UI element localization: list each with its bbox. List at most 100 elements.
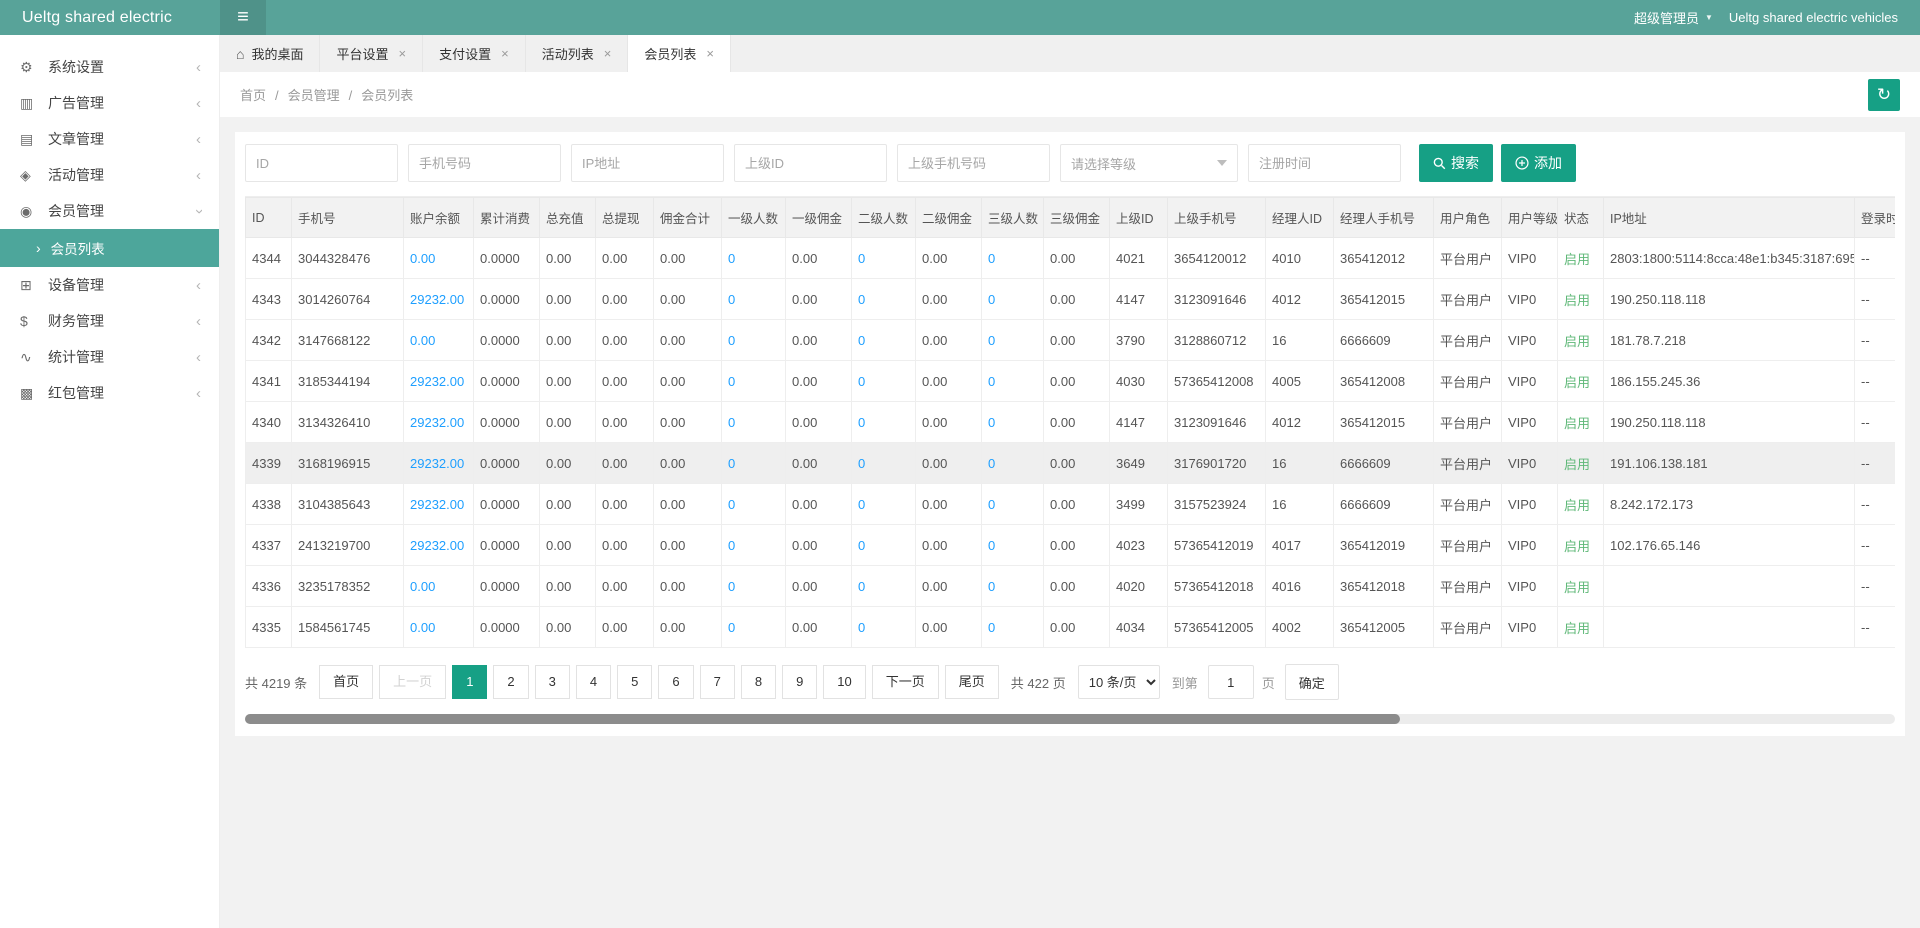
status-badge[interactable]: 启用: [1564, 416, 1590, 431]
cell-link[interactable]: 0: [728, 497, 735, 512]
status-badge[interactable]: 启用: [1564, 293, 1590, 308]
status-badge[interactable]: 启用: [1564, 457, 1590, 472]
cell-link[interactable]: 0.00: [410, 579, 435, 594]
cell-link[interactable]: 0: [988, 579, 995, 594]
filter-input[interactable]: [571, 144, 724, 182]
cell-link[interactable]: 0: [728, 415, 735, 430]
cell-link[interactable]: 0: [858, 415, 865, 430]
cell-link[interactable]: 0: [858, 292, 865, 307]
sidebar-item-stats[interactable]: ∿统计管理‹: [0, 339, 219, 375]
cell-link[interactable]: 29232.00: [410, 292, 464, 307]
cell-link[interactable]: 0: [728, 579, 735, 594]
status-badge[interactable]: 启用: [1564, 621, 1590, 636]
cell-link[interactable]: 29232.00: [410, 538, 464, 553]
filter-input[interactable]: [1248, 144, 1401, 182]
cell-link[interactable]: 29232.00: [410, 374, 464, 389]
cell-link[interactable]: 29232.00: [410, 456, 464, 471]
cell-link[interactable]: 29232.00: [410, 497, 464, 512]
close-icon[interactable]: ×: [706, 47, 714, 60]
cell-link[interactable]: 0: [988, 292, 995, 307]
search-button[interactable]: 搜索: [1419, 144, 1493, 182]
sidebar-item-article[interactable]: ▤文章管理‹: [0, 121, 219, 157]
sidebar-item-gear[interactable]: ⚙系统设置‹: [0, 49, 219, 85]
tab-item[interactable]: 平台设置×: [320, 35, 423, 72]
cell-link[interactable]: 0.00: [410, 333, 435, 348]
page-button[interactable]: 1: [452, 665, 487, 699]
tab-item[interactable]: 活动列表×: [526, 35, 629, 72]
cell-link[interactable]: 0: [858, 497, 865, 512]
filter-input[interactable]: [897, 144, 1050, 182]
page-button[interactable]: 5: [617, 665, 652, 699]
sidebar-item-redpacket[interactable]: ▩红包管理‹: [0, 375, 219, 411]
sidebar-item-ad[interactable]: ▥广告管理‹: [0, 85, 219, 121]
status-badge[interactable]: 启用: [1564, 334, 1590, 349]
cell-link[interactable]: 0.00: [410, 251, 435, 266]
page-button[interactable]: 9: [782, 665, 817, 699]
last-page-button[interactable]: 尾页: [945, 665, 999, 699]
next-page-button[interactable]: 下一页: [872, 665, 939, 699]
cell-link[interactable]: 0: [988, 415, 995, 430]
cell-link[interactable]: 0: [988, 251, 995, 266]
cell-link[interactable]: 0: [858, 251, 865, 266]
page-button[interactable]: 4: [576, 665, 611, 699]
filter-input[interactable]: [245, 144, 398, 182]
cell-link[interactable]: 0: [988, 333, 995, 348]
cell-link[interactable]: 0: [728, 620, 735, 635]
sidebar-item-device[interactable]: ⊞设备管理‹: [0, 267, 219, 303]
cell-link[interactable]: 0: [988, 538, 995, 553]
page-button[interactable]: 3: [535, 665, 570, 699]
scrollbar-thumb[interactable]: [245, 714, 1400, 724]
status-badge[interactable]: 启用: [1564, 539, 1590, 554]
page-size-select[interactable]: 10 条/页: [1078, 665, 1160, 699]
page-button[interactable]: 2: [493, 665, 528, 699]
prev-page-button[interactable]: 上一页: [379, 665, 446, 699]
user-menu[interactable]: 超级管理员 ▼: [1618, 0, 1729, 35]
breadcrumb-item[interactable]: 首页: [240, 88, 266, 103]
cell-link[interactable]: 0: [728, 374, 735, 389]
cell-link[interactable]: 0: [728, 538, 735, 553]
cell-link[interactable]: 0: [728, 251, 735, 266]
first-page-button[interactable]: 首页: [319, 665, 373, 699]
level-select[interactable]: 请选择等级: [1060, 144, 1238, 182]
cell-link[interactable]: 0: [858, 333, 865, 348]
tab-item[interactable]: 会员列表×: [628, 35, 731, 72]
status-badge[interactable]: 启用: [1564, 252, 1590, 267]
tab-item[interactable]: ⌂我的桌面: [220, 35, 320, 72]
page-button[interactable]: 10: [823, 665, 865, 699]
cell-link[interactable]: 0: [858, 538, 865, 553]
cell-link[interactable]: 0.00: [410, 620, 435, 635]
add-button[interactable]: 添加: [1501, 144, 1576, 182]
sidebar-subitem[interactable]: ›会员列表: [0, 229, 219, 267]
confirm-button[interactable]: 确定: [1285, 664, 1339, 700]
status-badge[interactable]: 启用: [1564, 498, 1590, 513]
cell-link[interactable]: 0: [988, 456, 995, 471]
cell-link[interactable]: 0: [728, 292, 735, 307]
filter-input[interactable]: [408, 144, 561, 182]
goto-page-input[interactable]: [1208, 665, 1254, 699]
status-badge[interactable]: 启用: [1564, 375, 1590, 390]
cell-link[interactable]: 0: [988, 497, 995, 512]
page-button[interactable]: 7: [700, 665, 735, 699]
cell-link[interactable]: 0: [988, 374, 995, 389]
status-badge[interactable]: 启用: [1564, 580, 1590, 595]
tab-item[interactable]: 支付设置×: [423, 35, 526, 72]
close-icon[interactable]: ×: [501, 47, 509, 60]
cell-link[interactable]: 29232.00: [410, 415, 464, 430]
cell-link[interactable]: 0: [858, 374, 865, 389]
sidebar-item-activity[interactable]: ◈活动管理‹: [0, 157, 219, 193]
cell-link[interactable]: 0: [858, 620, 865, 635]
cell-link[interactable]: 0: [858, 579, 865, 594]
breadcrumb-item[interactable]: 会员管理: [288, 88, 340, 103]
cell-link[interactable]: 0: [988, 620, 995, 635]
refresh-button[interactable]: ↻: [1868, 79, 1900, 111]
page-button[interactable]: 8: [741, 665, 776, 699]
sidebar-item-member[interactable]: ◉会员管理‹: [0, 193, 219, 229]
cell-link[interactable]: 0: [728, 333, 735, 348]
cell-link[interactable]: 0: [858, 456, 865, 471]
close-icon[interactable]: ×: [399, 47, 407, 60]
page-button[interactable]: 6: [658, 665, 693, 699]
close-icon[interactable]: ×: [604, 47, 612, 60]
sidebar-item-finance[interactable]: $财务管理‹: [0, 303, 219, 339]
filter-input[interactable]: [734, 144, 887, 182]
horizontal-scrollbar[interactable]: [245, 714, 1895, 724]
